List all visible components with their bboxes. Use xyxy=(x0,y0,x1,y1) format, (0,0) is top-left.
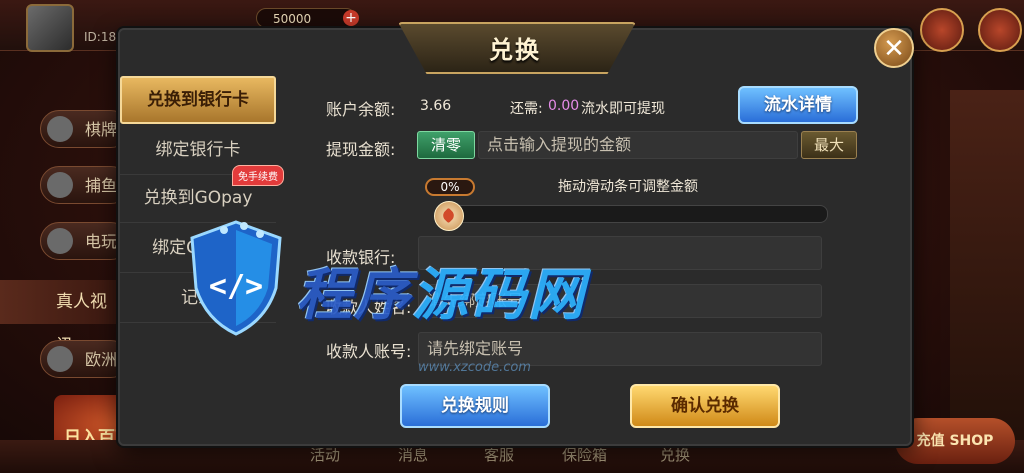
menu-qipai[interactable]: 棋牌 xyxy=(40,110,130,148)
menu-dianwan[interactable]: 电玩 xyxy=(40,222,130,260)
tab-huodong[interactable]: 活动 xyxy=(310,444,340,465)
need-suffix: 流水即可提现 xyxy=(581,101,665,117)
watermark-text-b: 源码网 xyxy=(412,263,586,328)
amount-input[interactable]: 点击输入提现的金额 xyxy=(478,131,798,159)
slider-hint: 拖动滑动条可调整金额 xyxy=(558,179,698,195)
balance-value: 3.66 xyxy=(420,98,452,114)
cards-icon xyxy=(47,116,73,142)
coin-balance: 50000 xyxy=(256,8,356,28)
amount-slider-track[interactable] xyxy=(436,205,828,223)
settings-icon[interactable] xyxy=(978,8,1022,52)
watermark-url: www.xzcode.com xyxy=(418,360,531,375)
tab-duihuan[interactable]: 兑换 xyxy=(660,444,690,465)
gift-icon[interactable] xyxy=(920,8,964,52)
need-prefix: 还需: xyxy=(510,101,543,117)
tab-kefu[interactable]: 客服 xyxy=(484,444,514,465)
fee-free-badge: 免手续费 xyxy=(232,165,284,186)
amount-slider-knob[interactable] xyxy=(434,201,464,231)
menu-buyu-label: 捕鱼 xyxy=(85,176,118,195)
dealer-image xyxy=(950,90,1024,440)
confirm-exchange-button[interactable]: 确认兑换 xyxy=(630,384,780,428)
menu-ouzhou[interactable]: 欧洲 xyxy=(40,340,130,378)
svg-text:</>: </> xyxy=(209,269,263,304)
close-button[interactable]: ✕ xyxy=(874,28,914,68)
turnover-details-button[interactable]: 流水详情 xyxy=(738,86,858,124)
gamepad-icon xyxy=(47,228,73,254)
watermark-text: 程序源码网 xyxy=(296,250,586,331)
max-button[interactable]: 最大 xyxy=(801,131,857,159)
menu-ouzhou-label: 欧洲 xyxy=(85,350,118,369)
amount-label: 提现金额: xyxy=(326,140,396,159)
ball-icon xyxy=(47,346,73,372)
fish-icon xyxy=(47,172,73,198)
avatar[interactable] xyxy=(26,4,74,52)
menu-qipai-label: 棋牌 xyxy=(85,120,118,139)
shop-button[interactable]: 充值 SHOP xyxy=(895,418,1015,464)
dialog-title: 兑换 xyxy=(489,36,541,64)
exchange-rules-button[interactable]: 兑换规则 xyxy=(400,384,550,428)
menu-zhenren[interactable]: 真人视讯 xyxy=(0,280,120,356)
clear-button[interactable]: 清零 xyxy=(417,131,475,159)
sidebar-item-bank-exchange[interactable]: 兑换到银行卡 xyxy=(120,76,276,124)
account-label: 收款人账号: xyxy=(326,342,412,361)
percent-indicator: 0% xyxy=(425,178,475,196)
shield-logo-icon: </> xyxy=(190,220,282,336)
add-coins-button[interactable]: + xyxy=(343,10,359,26)
menu-dianwan-label: 电玩 xyxy=(85,232,118,251)
menu-buyu[interactable]: 捕鱼 xyxy=(40,166,130,204)
need-value: 0.00 xyxy=(548,98,580,114)
tab-xiaoxi[interactable]: 消息 xyxy=(398,444,428,465)
tab-baoxianxiang[interactable]: 保险箱 xyxy=(562,444,607,465)
watermark-text-a: 程序 xyxy=(296,263,412,328)
balance-label: 账户余额: xyxy=(326,100,396,119)
